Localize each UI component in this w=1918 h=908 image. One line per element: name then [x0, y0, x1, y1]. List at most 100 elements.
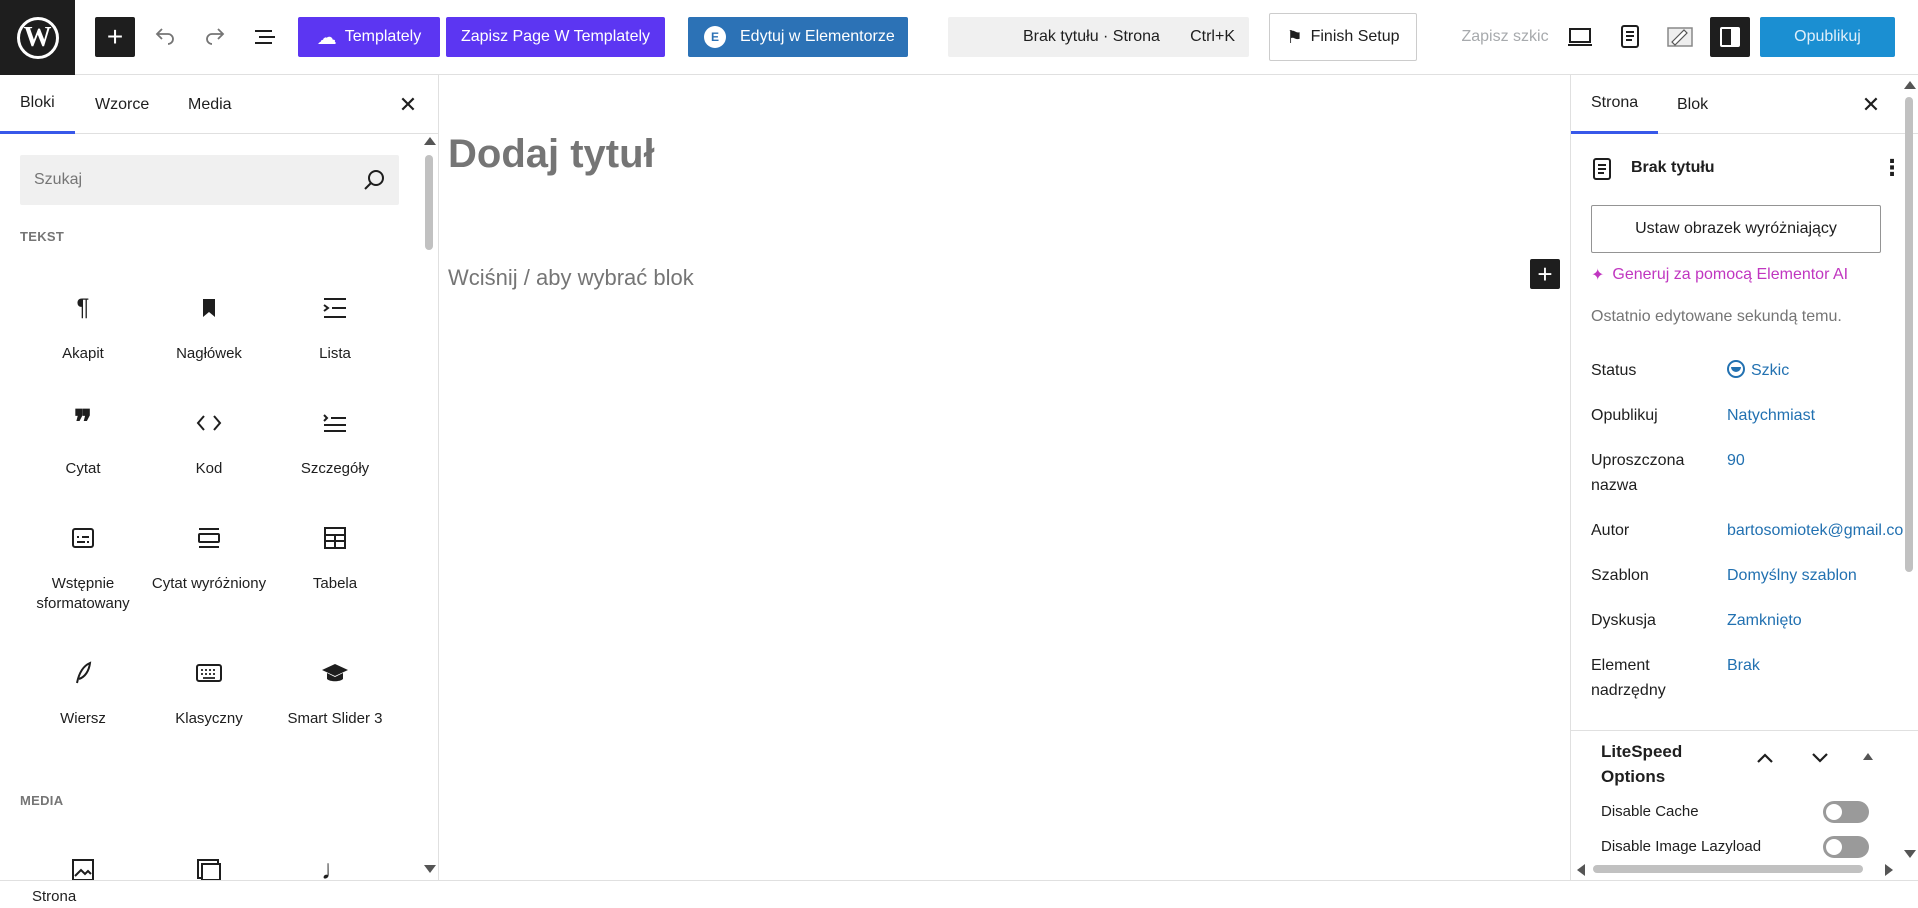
block-gallery[interactable]: [146, 850, 272, 880]
edit-with-elementor-label: Edytuj w Elementorze: [740, 28, 895, 45]
templately-label: Templately: [344, 28, 422, 45]
scroll-thumb[interactable]: [425, 155, 433, 250]
tab-blocks[interactable]: Bloki: [0, 75, 75, 134]
sidebar-horizontal-scrollbar[interactable]: [1575, 860, 1895, 878]
section-text-heading: TEKST: [20, 229, 65, 244]
parent-label-line2: nadrzędny: [1591, 682, 1666, 699]
post-title-input[interactable]: Dodaj tytuł: [448, 132, 655, 177]
pullquote-icon: [146, 518, 272, 558]
finish-setup-button[interactable]: ⚑ Finish Setup: [1269, 13, 1417, 61]
block-search[interactable]: [20, 155, 399, 205]
block-verse[interactable]: Wiersz: [20, 653, 146, 729]
save-draft-button[interactable]: Zapisz szkic: [1440, 17, 1570, 57]
gallery-icon: [146, 850, 272, 880]
settings-sidebar: Strona Blok ✕ Brak tytułu ⋮ Ustaw obraze…: [1570, 75, 1918, 880]
document-icon: [1621, 25, 1639, 48]
music-note-icon: ♩: [321, 854, 349, 880]
block-classic[interactable]: Klasyczny: [146, 653, 272, 729]
block-heading[interactable]: Nagłówek: [146, 288, 272, 364]
status-label: Status: [1591, 362, 1637, 379]
scroll-right-arrow[interactable]: [1885, 864, 1893, 876]
wordpress-icon: W: [16, 16, 59, 59]
block-paragraph[interactable]: ¶ Akapit: [20, 288, 146, 364]
scroll-thumb[interactable]: [1593, 865, 1863, 873]
block-pullquote[interactable]: Cytat wyróżniony: [146, 518, 272, 594]
inserter-scrollbar[interactable]: [420, 135, 438, 875]
undo-button[interactable]: [145, 17, 185, 57]
elementor-ai-link[interactable]: ✦ Generuj za pomocą Elementor AI: [1591, 265, 1848, 285]
templately-button[interactable]: ☁ Templately: [298, 17, 440, 57]
editor-plugin-button[interactable]: [1660, 17, 1700, 57]
move-up-icon[interactable]: [1755, 751, 1775, 765]
disable-lazyload-toggle[interactable]: [1823, 836, 1869, 858]
publish-date-value[interactable]: Natychmiast: [1727, 403, 1815, 428]
status-value[interactable]: Szkic: [1727, 358, 1789, 383]
block-inserter-toggle[interactable]: +: [95, 17, 135, 57]
block-audio[interactable]: ♩: [272, 850, 398, 880]
publish-button[interactable]: Opublikuj: [1760, 17, 1895, 57]
publish-date-label: Opublikuj: [1591, 407, 1658, 424]
tab-block-label: Blok: [1677, 95, 1709, 113]
block-table[interactable]: Tabela: [272, 518, 398, 594]
redo-button[interactable]: [195, 17, 235, 57]
move-down-icon[interactable]: [1810, 751, 1830, 765]
block-list[interactable]: Lista: [272, 288, 398, 364]
tab-media[interactable]: Media: [188, 75, 232, 134]
slug-value[interactable]: 90: [1727, 448, 1745, 473]
save-page-templately-button[interactable]: Zapisz Page W Templately: [446, 17, 665, 57]
discussion-value[interactable]: Zamknięto: [1727, 608, 1802, 633]
breadcrumb[interactable]: Strona: [32, 888, 76, 905]
scroll-up-arrow[interactable]: [424, 137, 436, 145]
parent-label-line1: Element: [1591, 657, 1650, 674]
plus-icon: +: [106, 21, 124, 52]
parent-value[interactable]: Brak: [1727, 653, 1760, 678]
tab-patterns[interactable]: Wzorce: [95, 75, 149, 134]
status-value-text: Szkic: [1751, 362, 1790, 379]
block-smart-slider[interactable]: Smart Slider 3: [272, 653, 398, 729]
block-details[interactable]: Szczegóły: [272, 403, 398, 479]
scroll-up-arrow[interactable]: [1904, 81, 1916, 89]
slug-label-line2: nazwa: [1591, 477, 1638, 494]
add-block-button[interactable]: +: [1530, 259, 1560, 289]
sidebar-scrollbar[interactable]: [1900, 75, 1918, 860]
disable-cache-toggle[interactable]: [1823, 801, 1869, 823]
author-value[interactable]: bartosomiotek@gmail.co: [1727, 518, 1903, 543]
settings-sidebar-toggle[interactable]: [1710, 17, 1750, 57]
disable-lazyload-label: Disable Image Lazyload: [1601, 838, 1762, 855]
edit-with-elementor-button[interactable]: E Edytuj w Elementorze: [688, 17, 908, 57]
last-edited-text: Ostatnio edytowane sekundą temu.: [1591, 308, 1842, 325]
block-search-input[interactable]: [20, 155, 350, 205]
block-label: Kod: [195, 460, 223, 477]
litespeed-title[interactable]: LiteSpeed Options: [1601, 739, 1682, 789]
default-block-appender[interactable]: Wciśnij / aby wybrać blok: [448, 265, 694, 291]
tab-block[interactable]: Blok: [1677, 75, 1708, 134]
block-quote[interactable]: ❞ Cytat: [20, 403, 146, 479]
set-featured-image-button[interactable]: Ustaw obrazek wyróżniający: [1591, 205, 1881, 253]
command-shortcut: Ctrl+K: [1190, 28, 1235, 45]
elementor-setup-icon: ⚑: [1286, 26, 1303, 47]
block-code[interactable]: Kod: [146, 403, 272, 479]
tab-page[interactable]: Strona: [1571, 75, 1659, 134]
verse-icon: [20, 653, 146, 693]
document-bar[interactable]: Brak tytułu · Strona Ctrl+K: [948, 17, 1249, 57]
wordpress-logo-button[interactable]: W: [0, 0, 75, 75]
document-overview-button[interactable]: [245, 17, 285, 57]
quote-icon: ❞: [73, 405, 93, 442]
disable-cache-label: Disable Cache: [1601, 803, 1699, 820]
scroll-down-arrow[interactable]: [1904, 850, 1916, 858]
block-image[interactable]: [20, 850, 146, 880]
preview-button[interactable]: [1560, 17, 1600, 57]
seo-panel-button[interactable]: [1610, 17, 1650, 57]
ai-sparkle-icon: ✦: [1591, 267, 1605, 284]
close-settings-button[interactable]: ✕: [1856, 90, 1886, 120]
block-preformatted[interactable]: Wstępnie sformatowany: [20, 518, 146, 614]
scroll-down-arrow[interactable]: [424, 865, 436, 873]
litespeed-options-panel: LiteSpeed Options Disable Cache Disable …: [1571, 730, 1918, 880]
template-value[interactable]: Domyślny szablon: [1727, 563, 1857, 588]
scroll-left-arrow[interactable]: [1577, 864, 1585, 876]
collapse-panel-icon[interactable]: [1863, 753, 1873, 760]
scroll-thumb[interactable]: [1905, 97, 1913, 572]
close-inserter-button[interactable]: ✕: [393, 90, 423, 120]
code-icon: [146, 403, 272, 443]
editor-header: W + ☁ Templately Zapisz Page W Templatel…: [0, 0, 1918, 75]
